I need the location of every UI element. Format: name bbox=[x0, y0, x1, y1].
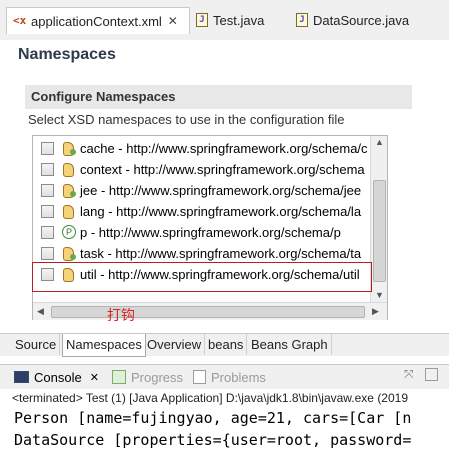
console-toolbar: ⤧ bbox=[404, 367, 438, 382]
namespace-checkbox[interactable] bbox=[41, 225, 54, 239]
progress-icon bbox=[112, 370, 126, 384]
annotation-text: 打钩 bbox=[107, 307, 135, 323]
namespace-list: cache - http://www.springframework.org/s… bbox=[32, 135, 388, 320]
tab-label: DataSource.java bbox=[313, 12, 410, 28]
namespace-checkbox[interactable] bbox=[41, 183, 54, 197]
namespace-label: jee - http://www.springframework.org/sch… bbox=[80, 182, 362, 198]
editor-tab-bar: <x applicationContext.xml ✕ J Test.java … bbox=[0, 0, 449, 40]
namespace-checkbox[interactable] bbox=[41, 162, 54, 176]
tab-label: Problems bbox=[211, 369, 266, 385]
section-header: Configure Namespaces bbox=[25, 85, 412, 109]
tab-console[interactable]: Console ✕ bbox=[14, 368, 99, 386]
scroll-thumb[interactable] bbox=[373, 180, 386, 282]
console-output-line: DataSource [properties={user=root, passw… bbox=[14, 431, 412, 449]
page-title: Namespaces bbox=[18, 46, 116, 63]
bean-icon bbox=[62, 141, 76, 156]
xml-file-icon: <x bbox=[13, 14, 27, 27]
pin-console-icon[interactable] bbox=[424, 368, 438, 382]
tab-namespaces[interactable]: Namespaces bbox=[62, 334, 146, 357]
tab-source[interactable]: Source bbox=[12, 334, 61, 355]
horizontal-scrollbar[interactable]: ◀ ▶ bbox=[33, 302, 387, 320]
scroll-thumb[interactable] bbox=[51, 306, 365, 318]
tab-datasource-java[interactable]: J DataSource.java bbox=[290, 8, 409, 32]
java-file-icon: J bbox=[196, 13, 208, 27]
console-output-line: Person [name=fujingyao, age=21, cars=[Ca… bbox=[14, 409, 412, 427]
list-item[interactable]: cache - http://www.springframework.org/s… bbox=[33, 138, 373, 158]
namespace-label: p - http://www.springframework.org/schem… bbox=[80, 224, 341, 240]
bean-icon bbox=[62, 204, 76, 219]
tab-problems[interactable]: Problems bbox=[193, 368, 266, 386]
scroll-down-icon[interactable]: ▼ bbox=[375, 290, 384, 300]
vertical-scrollbar[interactable]: ▲ ▼ bbox=[370, 136, 387, 302]
scroll-left-icon[interactable]: ◀ bbox=[37, 306, 44, 317]
namespace-checkbox[interactable] bbox=[41, 204, 54, 218]
remove-launch-icon[interactable]: ⤧ bbox=[404, 367, 414, 381]
namespace-checkbox[interactable] bbox=[41, 246, 54, 260]
tab-beans[interactable]: beans bbox=[205, 334, 248, 355]
tab-overview[interactable]: Overview bbox=[144, 334, 206, 355]
editor-page-tabs: Source Namespaces Overview beans Beans G… bbox=[0, 333, 449, 357]
highlight-box bbox=[32, 262, 372, 292]
tab-label: applicationContext.xml bbox=[31, 13, 162, 29]
list-item[interactable]: jee - http://www.springframework.org/sch… bbox=[33, 180, 373, 200]
p-namespace-icon: P bbox=[62, 225, 76, 239]
console-status: <terminated> Test (1) [Java Application]… bbox=[12, 391, 409, 405]
close-icon[interactable]: ✕ bbox=[168, 14, 178, 28]
gear-icon bbox=[62, 246, 76, 261]
list-item[interactable]: P p - http://www.springframework.org/sch… bbox=[33, 222, 373, 242]
tab-label: Progress bbox=[131, 369, 184, 385]
namespace-label: cache - http://www.springframework.org/s… bbox=[80, 140, 368, 156]
tab-application-context[interactable]: <x applicationContext.xml ✕ bbox=[6, 7, 190, 34]
console-icon bbox=[14, 371, 29, 383]
namespace-label: context - http://www.springframework.org… bbox=[80, 161, 365, 177]
problems-icon bbox=[193, 370, 206, 384]
scroll-up-icon[interactable]: ▲ bbox=[375, 137, 384, 147]
list-item[interactable]: task - http://www.springframework.org/sc… bbox=[33, 243, 373, 263]
tab-beans-graph[interactable]: Beans Graph bbox=[248, 334, 332, 355]
section-title: Configure Namespaces bbox=[31, 89, 176, 104]
bean-icon bbox=[62, 162, 76, 177]
tab-label: Test.java bbox=[213, 12, 265, 28]
list-item[interactable]: lang - http://www.springframework.org/sc… bbox=[33, 201, 373, 221]
close-icon[interactable]: ✕ bbox=[90, 371, 99, 384]
console-view-bar: Console ✕ Progress Problems ⤧ bbox=[0, 364, 449, 389]
section-description: Select XSD namespaces to use in the conf… bbox=[28, 112, 345, 127]
namespace-checkbox[interactable] bbox=[41, 141, 54, 155]
namespace-label: task - http://www.springframework.org/sc… bbox=[80, 245, 362, 261]
namespace-label: lang - http://www.springframework.org/sc… bbox=[80, 203, 362, 219]
tab-label: Console bbox=[34, 369, 82, 385]
list-item[interactable]: context - http://www.springframework.org… bbox=[33, 159, 373, 179]
tab-test-java[interactable]: J Test.java bbox=[190, 8, 264, 32]
java-file-icon: J bbox=[296, 13, 308, 27]
tab-progress[interactable]: Progress bbox=[112, 368, 183, 386]
scroll-right-icon[interactable]: ▶ bbox=[372, 306, 379, 317]
bean-icon bbox=[62, 183, 76, 198]
